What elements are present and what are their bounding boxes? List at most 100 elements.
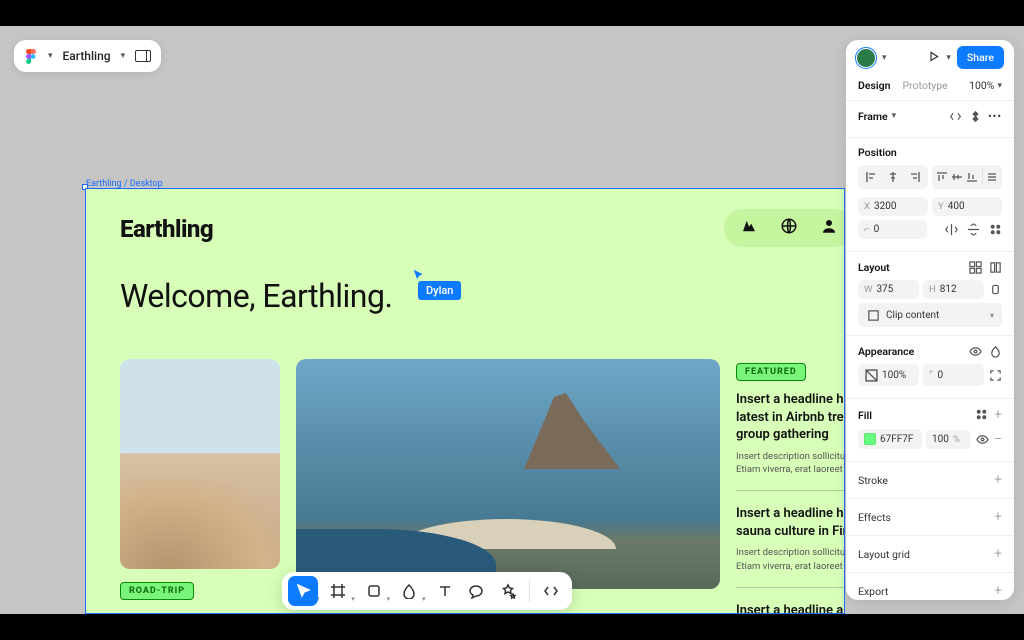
align-hcenter[interactable]	[882, 167, 904, 187]
tab-prototype[interactable]: Prototype	[902, 79, 947, 92]
add-grid-button[interactable]: +	[994, 546, 1002, 562]
file-menu-pill[interactable]: ▾ Earthling ▾	[14, 40, 161, 72]
autolayout-suggest-icon[interactable]	[968, 260, 982, 274]
divider	[736, 587, 845, 588]
add-effect-button[interactable]: +	[994, 509, 1002, 525]
effects-section[interactable]: Effects+	[846, 499, 1014, 536]
component-icon[interactable]	[968, 109, 982, 123]
comment-tool[interactable]	[461, 576, 491, 606]
chevron-down-icon[interactable]: ▾	[48, 51, 53, 61]
frame-type-dropdown[interactable]: Frame	[858, 110, 888, 123]
divider	[736, 490, 845, 491]
move-tool[interactable]	[288, 576, 318, 606]
article-column: FEATURED Insert a headline here about th…	[736, 359, 845, 614]
section-title: Layout	[858, 261, 890, 274]
figma-logo-icon	[24, 49, 38, 64]
x-field[interactable]: X3200	[858, 197, 928, 216]
actions-tool[interactable]	[493, 576, 523, 606]
radius-field[interactable]: ⌜0	[923, 364, 984, 386]
add-export-button[interactable]: +	[994, 583, 1002, 599]
align-top[interactable]	[934, 167, 949, 187]
roadtrip-badge: ROAD-TRIP	[120, 582, 194, 600]
appearance-section: Appearance 100% ⌜0	[846, 336, 1014, 399]
toolbar-separator	[529, 580, 530, 602]
fill-swatch	[864, 433, 876, 445]
lock-aspect-icon[interactable]	[988, 283, 1002, 297]
opacity-field[interactable]: 100%	[858, 364, 919, 386]
hero-heading: Welcome, Earthling.	[120, 277, 392, 315]
article-headline: Insert a headline here about the latest …	[736, 391, 845, 444]
more-icon[interactable]: •••	[988, 109, 1002, 123]
layout-grid-section[interactable]: Layout grid+	[846, 536, 1014, 573]
image-card-desert	[120, 359, 280, 569]
add-fill-button[interactable]: +	[994, 407, 1002, 423]
dev-mode-toggle[interactable]	[536, 576, 566, 606]
visibility-icon[interactable]	[975, 432, 989, 446]
align-right[interactable]	[904, 167, 926, 187]
align-vcenter[interactable]	[949, 167, 964, 187]
code-icon[interactable]	[948, 109, 962, 123]
article-headline: Insert a headline here about sauna cultu…	[736, 505, 845, 540]
chevron-down-icon[interactable]: ▾	[882, 53, 887, 63]
radius-expand-icon[interactable]	[988, 368, 1002, 382]
chevron-down-icon[interactable]: ▾	[121, 51, 126, 61]
align-more[interactable]	[985, 167, 1000, 187]
article-desc: Insert description sollicitudin eros tem…	[736, 450, 845, 477]
y-field[interactable]: Y400	[932, 197, 1002, 216]
flip-vertical-icon[interactable]	[966, 223, 980, 237]
chevron-down-icon[interactable]: ▾	[946, 53, 951, 63]
route-icon	[740, 217, 758, 239]
share-button[interactable]: Share	[957, 46, 1004, 69]
frame-tool[interactable]	[323, 576, 353, 606]
design-frame[interactable]: Earthling Welcome, Earthling. Dylan ROAD…	[85, 188, 845, 614]
pen-tool[interactable]	[394, 576, 424, 606]
site-nav-pill	[724, 209, 845, 247]
tab-design[interactable]: Design	[858, 79, 890, 92]
fill-opacity-field[interactable]: 100%	[926, 430, 971, 449]
inspector-panel: ▾ ▾ Share Design Prototype 100%▾ Frame ▾…	[846, 40, 1014, 600]
section-title: Appearance	[858, 345, 914, 358]
article-headline: Insert a headline about	[736, 602, 845, 614]
opacity-icon	[864, 368, 878, 382]
featured-badge: FEATURED	[736, 363, 806, 381]
visibility-icon[interactable]	[968, 344, 982, 358]
flip-horizontal-icon[interactable]	[944, 223, 958, 237]
brand-logo-text: Earthling	[120, 215, 213, 243]
layout-section: Layout W375 H812 Clip content▾	[846, 252, 1014, 336]
position-section: Position X3200 Y400	[846, 138, 1014, 252]
app-chrome: ▾ Earthling ▾ Earthling / Desktop Earthl…	[0, 26, 1024, 614]
user-avatar[interactable]	[856, 48, 876, 68]
frame-section: Frame ▾ •••	[846, 101, 1014, 138]
width-field[interactable]: W375	[858, 280, 919, 299]
stroke-section[interactable]: Stroke+	[846, 462, 1014, 499]
image-card-coast	[296, 359, 720, 589]
chevron-down-icon[interactable]: ▾	[892, 111, 897, 121]
panels-toggle-icon[interactable]	[135, 50, 151, 62]
section-title: Position	[858, 146, 1002, 159]
add-stroke-button[interactable]: +	[994, 472, 1002, 488]
canvas-toolbar: ▾ ▾ ▾ ▾	[282, 572, 572, 610]
export-section[interactable]: Export+	[846, 573, 1014, 600]
project-name[interactable]: Earthling	[63, 49, 111, 63]
present-button[interactable]	[927, 50, 940, 66]
fill-section: Fill + 67FF7F 100% −	[846, 399, 1014, 462]
clip-icon	[866, 308, 880, 322]
rotation-field[interactable]: ⌐0	[858, 220, 927, 239]
section-title: Fill	[858, 409, 872, 422]
article-desc: Insert description sollicitudin eros tem…	[736, 546, 845, 573]
user-icon	[820, 217, 838, 239]
align-left[interactable]	[860, 167, 882, 187]
autolayout-add-icon[interactable]	[988, 260, 1002, 274]
clip-content-dropdown[interactable]: Clip content▾	[858, 303, 1002, 327]
shape-tool[interactable]	[359, 576, 389, 606]
tidy-icon[interactable]	[988, 223, 1002, 237]
remove-fill-button[interactable]: −	[993, 430, 1002, 448]
globe-icon	[780, 217, 798, 239]
align-bottom[interactable]	[965, 167, 980, 187]
styles-icon[interactable]	[974, 407, 988, 421]
fill-color-field[interactable]: 67FF7F	[858, 429, 922, 449]
height-field[interactable]: H812	[923, 280, 984, 299]
text-tool[interactable]	[430, 576, 460, 606]
blend-icon[interactable]	[988, 344, 1002, 358]
zoom-control[interactable]: 100%▾	[969, 79, 1002, 92]
